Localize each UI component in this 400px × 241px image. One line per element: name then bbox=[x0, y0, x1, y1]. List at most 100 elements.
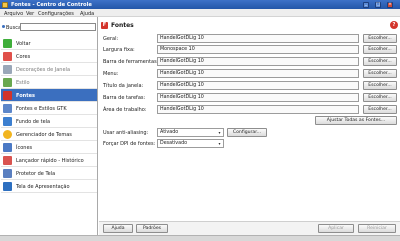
sidebar-item-wallpaper[interactable]: Fundo de tela bbox=[1, 115, 97, 128]
app-icon bbox=[2, 1, 8, 8]
font-row-value: HandelGotDLig 10 bbox=[157, 34, 359, 43]
window-decoration-icon bbox=[3, 65, 12, 74]
sidebar-item-screensaver[interactable]: Protetor de Tela bbox=[1, 167, 97, 180]
adjust-all-fonts-button[interactable]: Ajustar Todas as Fontes... bbox=[315, 116, 397, 125]
font-row-label: Barra de ferramentas: bbox=[103, 59, 159, 65]
font-row-window-title: Título da janela: HandelGotDLig 10 Escol… bbox=[101, 81, 397, 90]
dpi-select[interactable]: Desativado ▾ bbox=[157, 139, 224, 148]
choose-font-button[interactable]: Escolher... bbox=[363, 57, 397, 66]
colors-icon bbox=[3, 52, 12, 61]
font-row-value: HandelGotDLig 10 bbox=[157, 93, 359, 102]
sidebar-item-colors[interactable]: Cores bbox=[1, 50, 97, 63]
sidebar-item-back[interactable]: Voltar bbox=[1, 37, 97, 50]
font-row-desktop: Área de trabalho: HandelGotDLig 10 Escol… bbox=[101, 105, 397, 114]
font-row-label: Área de trabalho: bbox=[103, 107, 147, 113]
antialias-select[interactable]: Ativado ▾ bbox=[157, 128, 224, 137]
sidebar: Buscar: Voltar Cores Decorações de Janel… bbox=[0, 17, 98, 235]
chevron-down-icon: ▾ bbox=[218, 141, 221, 146]
apply-button-label: Aplicar bbox=[328, 226, 344, 231]
theme-manager-icon bbox=[3, 130, 12, 139]
sidebar-item-label: Tela de Apresentação bbox=[16, 184, 70, 190]
gtk-icon bbox=[3, 104, 12, 113]
antialias-label: Usar anti-aliasing: bbox=[103, 130, 149, 136]
antialias-value: Ativado bbox=[160, 130, 179, 135]
icons-icon bbox=[3, 143, 12, 152]
font-row-label: Título da janela: bbox=[103, 83, 144, 89]
menu-settings[interactable]: Configurações bbox=[38, 11, 74, 17]
sidebar-item-label: Fundo de tela bbox=[16, 119, 51, 125]
font-row-label: Barra de tarefas: bbox=[103, 95, 146, 101]
minimize-icon[interactable]: _ bbox=[363, 1, 369, 8]
sidebar-item-style[interactable]: Estilo bbox=[1, 76, 97, 89]
choose-font-button[interactable]: Escolher... bbox=[363, 81, 397, 90]
sidebar-item-window-decoration[interactable]: Decorações de Janela bbox=[1, 63, 97, 76]
defaults-button-label: Padrões bbox=[142, 226, 162, 231]
choose-font-button[interactable]: Escolher... bbox=[363, 34, 397, 43]
choose-font-button[interactable]: Escolher... bbox=[363, 45, 397, 54]
configure-antialias-button[interactable]: Configurar... bbox=[227, 128, 267, 137]
font-row-value: HandelGotDLig 10 bbox=[157, 69, 359, 78]
sidebar-item-splash-screen[interactable]: Tela de Apresentação bbox=[1, 180, 97, 193]
font-row-value: HandelGotDLig 10 bbox=[157, 105, 359, 114]
sidebar-item-label: Fontes bbox=[16, 93, 35, 99]
dpi-label: Forçar DPI de fontes: bbox=[103, 141, 156, 147]
defaults-button[interactable]: Padrões bbox=[136, 224, 168, 233]
font-row-toolbar: Barra de ferramentas: HandelGotDLig 10 E… bbox=[101, 57, 397, 66]
close-icon[interactable]: × bbox=[387, 1, 393, 8]
back-arrow-icon bbox=[3, 39, 12, 48]
menu-view[interactable]: Ver bbox=[26, 11, 34, 17]
launcher-icon bbox=[3, 156, 12, 165]
fonts-icon bbox=[3, 91, 12, 100]
sidebar-item-label: Voltar bbox=[16, 41, 31, 47]
apply-button[interactable]: Aplicar bbox=[318, 224, 354, 233]
whats-this-icon[interactable]: ? bbox=[390, 21, 398, 29]
font-row-label: Geral: bbox=[103, 36, 119, 42]
choose-font-button[interactable]: Escolher... bbox=[363, 69, 397, 78]
sidebar-item-label: Fontes e Estilos GTK bbox=[16, 106, 67, 112]
splash-screen-icon bbox=[3, 182, 12, 191]
reset-button-label: Reiniciar bbox=[367, 226, 387, 231]
sidebar-item-gtk[interactable]: Fontes e Estilos GTK bbox=[1, 102, 97, 115]
sidebar-item-icons[interactable]: Ícones bbox=[1, 141, 97, 154]
sidebar-item-theme-manager[interactable]: Gerenciador de Temas bbox=[1, 128, 97, 141]
sidebar-item-label: Estilo bbox=[16, 80, 30, 86]
help-button-label: Ajuda bbox=[111, 226, 125, 231]
sidebar-item-launcher[interactable]: Lançador rápido - Histórico bbox=[1, 154, 97, 167]
font-row-fixed-width: Largura fixa: Monospace 10 Escolher... bbox=[101, 45, 397, 54]
status-bar bbox=[0, 235, 400, 241]
choose-font-button[interactable]: Escolher... bbox=[363, 93, 397, 102]
window-title: Fontes - Centro de Controle bbox=[11, 1, 92, 8]
font-row-label: Menu: bbox=[103, 71, 119, 77]
page-title: Fontes bbox=[111, 22, 134, 29]
screensaver-icon bbox=[3, 169, 12, 178]
choose-font-button[interactable]: Escolher... bbox=[363, 105, 397, 114]
sidebar-item-label: Protetor de Tela bbox=[16, 171, 56, 177]
menu-bar: Arquivo Ver Configurações Ajuda bbox=[0, 9, 400, 17]
search-input[interactable] bbox=[20, 23, 96, 31]
menu-help[interactable]: Ajuda bbox=[80, 11, 94, 17]
title-bar: Fontes - Centro de Controle _ □ × bbox=[0, 0, 400, 9]
module-list: Voltar Cores Decorações de Janela Estilo… bbox=[1, 37, 97, 193]
help-button[interactable]: Ajuda bbox=[103, 224, 133, 233]
style-icon bbox=[3, 78, 12, 87]
font-row-menu: Menu: HandelGotDLig 10 Escolher... bbox=[101, 69, 397, 78]
sidebar-item-label: Decorações de Janela bbox=[16, 67, 71, 73]
sidebar-item-fonts[interactable]: Fontes bbox=[1, 89, 97, 102]
dpi-row: Forçar DPI de fontes: Desativado ▾ bbox=[101, 139, 397, 148]
font-row-value: HandelGotDLig 10 bbox=[157, 57, 359, 66]
antialias-row: Usar anti-aliasing: Ativado ▾ Configurar… bbox=[101, 128, 397, 137]
fonts-panel: F Fontes ? Geral: HandelGotDLig 10 Escol… bbox=[99, 17, 400, 235]
dpi-value: Desativado bbox=[160, 141, 188, 146]
search-row: Buscar: bbox=[2, 23, 96, 31]
chevron-down-icon: ▾ bbox=[218, 130, 221, 135]
fonts-icon: F bbox=[101, 22, 108, 29]
font-row-general: Geral: HandelGotDLig 10 Escolher... bbox=[101, 34, 397, 43]
sidebar-item-label: Ícones bbox=[16, 145, 33, 151]
dialog-footer: Ajuda Padrões Aplicar Reiniciar bbox=[99, 221, 400, 235]
font-row-taskbar: Barra de tarefas: HandelGotDLig 10 Escol… bbox=[101, 93, 397, 102]
sidebar-item-label: Gerenciador de Temas bbox=[16, 132, 72, 138]
menu-file[interactable]: Arquivo bbox=[4, 11, 23, 17]
reset-button[interactable]: Reiniciar bbox=[358, 224, 396, 233]
clear-search-icon[interactable] bbox=[2, 25, 5, 28]
maximize-icon[interactable]: □ bbox=[375, 1, 381, 8]
